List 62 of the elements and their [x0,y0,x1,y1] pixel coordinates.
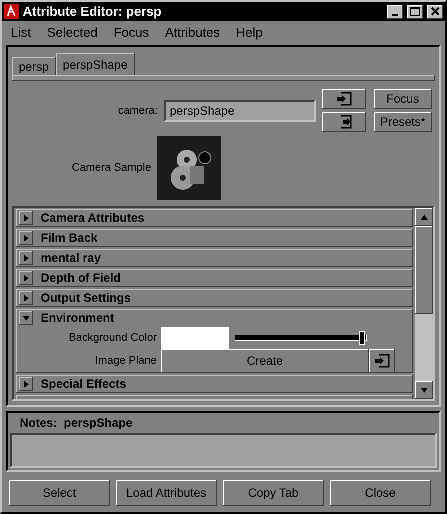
section-title: Environment [41,311,114,325]
close-icon [430,7,440,16]
notes-field[interactable] [10,433,437,468]
expand-toggle[interactable] [19,251,33,265]
expand-toggle[interactable] [19,231,33,245]
output-connection-button[interactable] [322,112,366,132]
camera-label: camera: [117,104,158,116]
expand-arrow-icon [22,214,30,222]
attribute-label: Image Plane [94,354,157,366]
expand-toggle[interactable] [19,311,33,325]
menu-item[interactable]: Selected [47,24,98,40]
expand-toggle[interactable] [19,291,33,305]
menu-item[interactable]: List [11,24,32,40]
maximize-icon [410,7,420,16]
expand-arrow-icon [22,380,30,388]
menu-item[interactable]: Focus [114,24,150,40]
section-title: Film Back [41,231,98,245]
footer-button[interactable]: Select [9,480,110,506]
connection-button[interactable] [369,348,395,372]
section-title: Special Effects [41,377,126,391]
input-connection-button[interactable] [322,89,366,109]
notes-title: Notes: perspShape [19,416,134,430]
scroll-up-button[interactable] [415,208,433,226]
camera-field[interactable]: perspShape [164,100,316,122]
menu-item[interactable]: Attributes [165,24,220,40]
tab[interactable]: persp [12,57,56,75]
expand-arrow-icon [22,274,30,282]
camera-button[interactable]: Focus [374,89,432,109]
minimize-icon [392,14,398,16]
minimize-button[interactable] [387,4,403,18]
collapse-arrow-icon [22,314,30,322]
section-title: Output Settings [41,291,131,305]
section-title: Depth of Field [41,271,121,285]
scroll-down-button[interactable] [415,381,433,399]
app-logo-icon [4,4,19,19]
expand-arrow-icon [22,234,30,242]
arrow-into-box-icon [374,354,390,368]
create-button[interactable]: Create [161,348,369,372]
tab[interactable]: perspShape [56,53,135,75]
slider-thumb[interactable] [359,330,366,344]
expand-toggle[interactable] [19,271,33,285]
footer-button[interactable]: Copy Tab [223,480,324,506]
camera-sample-label: Camera Sample [72,162,152,174]
down-arrow-icon [420,386,428,394]
expand-arrow-icon [22,294,30,302]
camera-button[interactable]: Presets* [374,112,432,132]
section-title: Camera Attributes [41,211,145,225]
footer-button[interactable]: Close [330,480,431,506]
expand-arrow-icon [22,254,30,262]
close-button[interactable] [427,4,443,18]
window-title: Attribute Editor: persp [23,4,163,19]
arrow-into-box-icon [336,92,352,106]
expand-toggle[interactable] [19,377,33,391]
maximize-button[interactable] [407,4,423,18]
attribute-label: Background Color [68,332,157,344]
color-swatch[interactable] [161,326,229,348]
up-arrow-icon [420,214,428,220]
expand-toggle[interactable] [19,211,33,225]
section-title: mental ray [41,251,102,265]
menu-item[interactable]: Help [236,24,263,40]
scrollbar[interactable] [415,208,433,399]
footer-button[interactable]: Load Attributes [116,480,217,506]
